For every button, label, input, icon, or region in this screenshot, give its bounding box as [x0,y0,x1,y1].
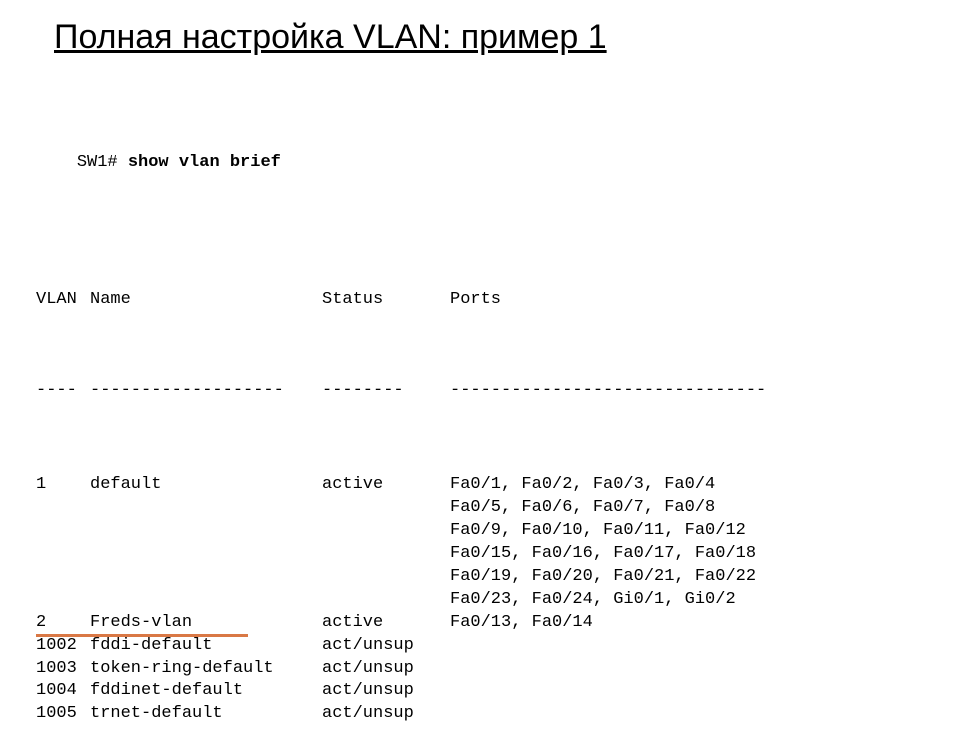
divider-status: -------- [322,380,450,403]
cell-name: fddinet-default [90,680,322,703]
terminal-output: SW1# show vlan brief VLANNameStatusPorts… [36,83,960,749]
cell-name: Freds-vlan [90,612,322,635]
table-row: 1defaultactiveFa0/1, Fa0/2, Fa0/3, Fa0/4 [36,474,960,497]
cell-status [322,497,450,520]
command-text: show vlan brief [128,153,281,172]
table-header: VLANNameStatusPorts [36,289,960,312]
header-ports: Ports [450,289,501,312]
cell-name [90,589,322,612]
table-row: 1005trnet-defaultact/unsup [36,703,960,726]
cell-ports: Fa0/19, Fa0/20, Fa0/21, Fa0/22 [450,566,756,589]
cell-status: active [322,612,450,635]
table-row: Fa0/23, Fa0/24, Gi0/1, Gi0/2 [36,589,960,612]
cell-status: active [322,474,450,497]
cell-name [90,566,322,589]
cell-vlan: 1003 [36,658,90,681]
table-row: 2Freds-vlanactiveFa0/13, Fa0/14 [36,612,960,635]
table-divider: ----------------------------------------… [36,380,960,403]
cell-name: token-ring-default [90,658,322,681]
cell-vlan [36,589,90,612]
cell-vlan: 1002 [36,635,90,658]
slide-title: Полная настройка VLAN: пример 1 [54,18,960,57]
cell-vlan [36,543,90,566]
cell-vlan: 1005 [36,703,90,726]
header-status: Status [322,289,450,312]
cell-status [322,589,450,612]
cell-status [322,520,450,543]
command-line: SW1# show vlan brief [36,129,960,198]
table-row: 1004fddinet-defaultact/unsup [36,680,960,703]
header-vlan: VLAN [36,289,90,312]
cell-name: fddi-default [90,635,322,658]
cell-ports: Fa0/5, Fa0/6, Fa0/7, Fa0/8 [450,497,715,520]
cell-status [322,543,450,566]
cell-ports: Fa0/1, Fa0/2, Fa0/3, Fa0/4 [450,474,715,497]
table-row: Fa0/19, Fa0/20, Fa0/21, Fa0/22 [36,566,960,589]
divider-name: ------------------- [90,380,322,403]
divider-vlan: ---- [36,380,90,403]
cell-vlan [36,566,90,589]
cell-ports: Fa0/15, Fa0/16, Fa0/17, Fa0/18 [450,543,756,566]
table-row: Fa0/15, Fa0/16, Fa0/17, Fa0/18 [36,543,960,566]
cell-status [322,566,450,589]
table-row: Fa0/5, Fa0/6, Fa0/7, Fa0/8 [36,497,960,520]
cell-status: act/unsup [322,658,450,681]
cell-vlan [36,520,90,543]
table-row: 1002fddi-defaultact/unsup [36,635,960,658]
table-body: 1defaultactiveFa0/1, Fa0/2, Fa0/3, Fa0/4… [36,474,960,726]
cell-vlan: 1004 [36,680,90,703]
cell-vlan: 1 [36,474,90,497]
cell-ports: Fa0/23, Fa0/24, Gi0/1, Gi0/2 [450,589,736,612]
header-name: Name [90,289,322,312]
table-row: 1003token-ring-defaultact/unsup [36,658,960,681]
cell-vlan: 2 [36,612,90,635]
cell-vlan [36,497,90,520]
cell-name [90,520,322,543]
cell-status: act/unsup [322,680,450,703]
cell-status: act/unsup [322,635,450,658]
divider-ports: ------------------------------- [450,380,766,403]
cell-name: trnet-default [90,703,322,726]
table-row: Fa0/9, Fa0/10, Fa0/11, Fa0/12 [36,520,960,543]
cell-ports: Fa0/13, Fa0/14 [450,612,593,635]
cell-name [90,497,322,520]
cell-status: act/unsup [322,703,450,726]
cell-name [90,543,322,566]
cell-ports: Fa0/9, Fa0/10, Fa0/11, Fa0/12 [450,520,746,543]
prompt: SW1# [77,153,128,172]
cell-name: default [90,474,322,497]
